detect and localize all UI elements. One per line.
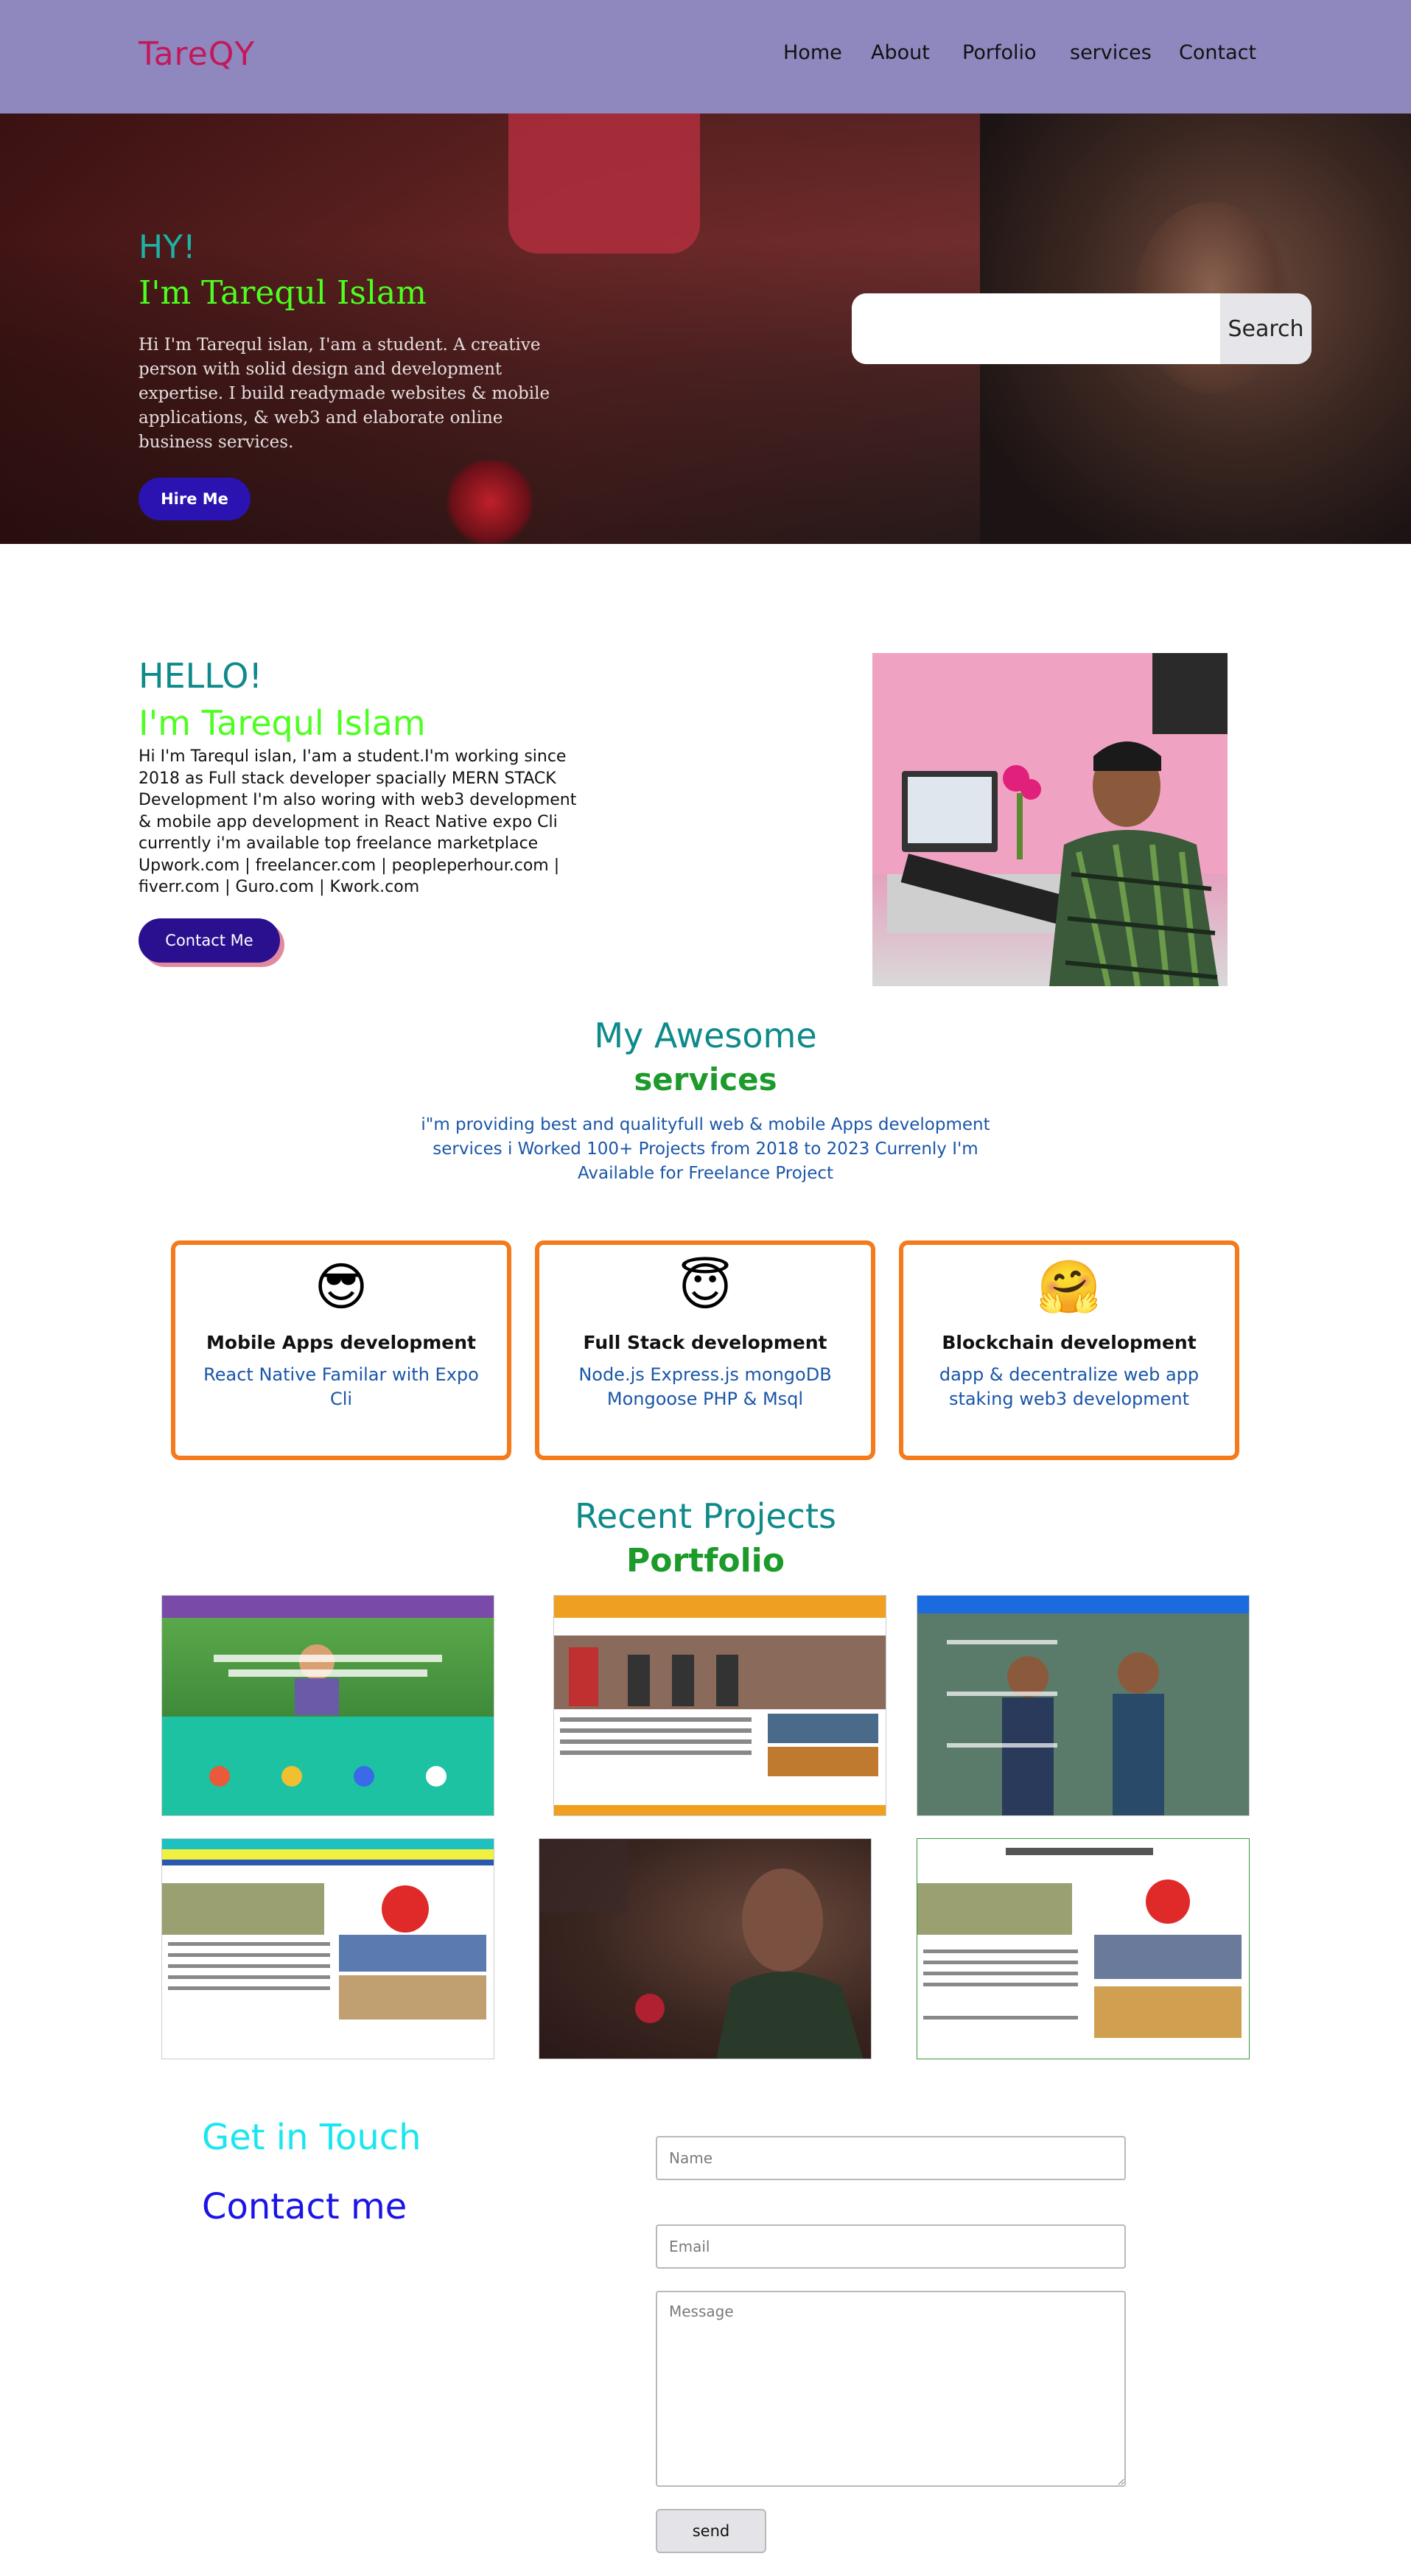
contact-heading-contact-me: Contact me bbox=[202, 2186, 407, 2227]
portfolio-thumbnail bbox=[162, 1596, 494, 1787]
portfolio-subtitle: Portfolio bbox=[626, 1542, 785, 1580]
services-subtitle: services bbox=[634, 1061, 777, 1097]
about-photo-illustration bbox=[872, 653, 1228, 986]
about-photo bbox=[872, 653, 1228, 986]
search-input[interactable] bbox=[852, 293, 1222, 364]
search-button[interactable]: Search bbox=[1220, 293, 1312, 364]
portfolio-item[interactable] bbox=[917, 1595, 1250, 1816]
nav-link-about[interactable]: About bbox=[871, 41, 930, 64]
hugging-emoji-icon: 🤗 bbox=[1037, 1257, 1102, 1317]
hero-greeting: HY! bbox=[139, 228, 196, 266]
services-description: i"m providing best and qualityfull web &… bbox=[421, 1115, 990, 1183]
nav-link-portfolio[interactable]: Porfolio bbox=[962, 41, 1037, 64]
about-greeting: HELLO! bbox=[139, 656, 262, 696]
portfolio-thumbnail bbox=[917, 1596, 1249, 1815]
service-card-description: Node.js Express.js mongoDB Mongoose PHP … bbox=[578, 1364, 832, 1409]
hero-description: Hi I'm Tarequl islan, I'am a student. A … bbox=[139, 335, 550, 452]
service-card-description: React Native Familar with Expo Cli bbox=[203, 1364, 479, 1409]
portfolio-thumbnail bbox=[162, 1839, 494, 2020]
portfolio-item[interactable] bbox=[161, 1595, 494, 1816]
portfolio-item[interactable] bbox=[553, 1595, 886, 1816]
service-card-title: Blockchain development bbox=[942, 1332, 1197, 1353]
portfolio-item[interactable] bbox=[539, 1838, 872, 2059]
service-card-fullstack: 😇 Full Stack development Node.js Express… bbox=[535, 1240, 875, 1460]
service-card-title: Mobile Apps development bbox=[206, 1332, 476, 1353]
portfolio-thumbnail bbox=[917, 1839, 1249, 2038]
email-field[interactable] bbox=[656, 2224, 1126, 2269]
portfolio-item[interactable] bbox=[161, 1838, 494, 2059]
name-field[interactable] bbox=[656, 2136, 1126, 2180]
contact-heading-get-in-touch: Get in Touch bbox=[202, 2117, 421, 2158]
portfolio-item[interactable] bbox=[917, 1838, 1250, 2059]
portfolio-thumbnail bbox=[554, 1596, 886, 1815]
service-card-blockchain: 🤗 Blockchain development dapp & decentra… bbox=[899, 1240, 1239, 1460]
hero-background-object bbox=[508, 114, 700, 254]
service-card-description: dapp & decentralize web app staking web3… bbox=[939, 1364, 1200, 1409]
service-card-mobile: 😎 Mobile Apps development React Native F… bbox=[171, 1240, 511, 1460]
services-title: My Awesome bbox=[594, 1016, 817, 1055]
hero-flower bbox=[442, 460, 538, 544]
about-description: Hi I'm Tarequl islan, I'am a student.I'm… bbox=[139, 747, 577, 896]
site-logo[interactable]: TareQY bbox=[139, 35, 255, 73]
nav-link-services[interactable]: services bbox=[1070, 41, 1152, 64]
nav-link-contact[interactable]: Contact bbox=[1179, 41, 1256, 64]
contact-me-button[interactable]: Contact Me bbox=[139, 918, 280, 963]
hero-name: I'm Tarequl Islam bbox=[139, 274, 427, 312]
sunglasses-emoji-icon: 😎 bbox=[314, 1257, 368, 1317]
nav-link-home[interactable]: Home bbox=[783, 41, 842, 64]
service-card-title: Full Stack development bbox=[583, 1332, 827, 1353]
hire-me-button[interactable]: Hire Me bbox=[139, 478, 251, 520]
send-button[interactable]: send bbox=[656, 2509, 766, 2553]
portfolio-title: Recent Projects bbox=[575, 1496, 836, 1536]
message-field[interactable] bbox=[656, 2291, 1126, 2487]
halo-emoji-icon: 😇 bbox=[678, 1257, 732, 1317]
portfolio-thumbnail bbox=[539, 1839, 864, 2059]
about-name: I'm Tarequl Islam bbox=[139, 703, 426, 743]
